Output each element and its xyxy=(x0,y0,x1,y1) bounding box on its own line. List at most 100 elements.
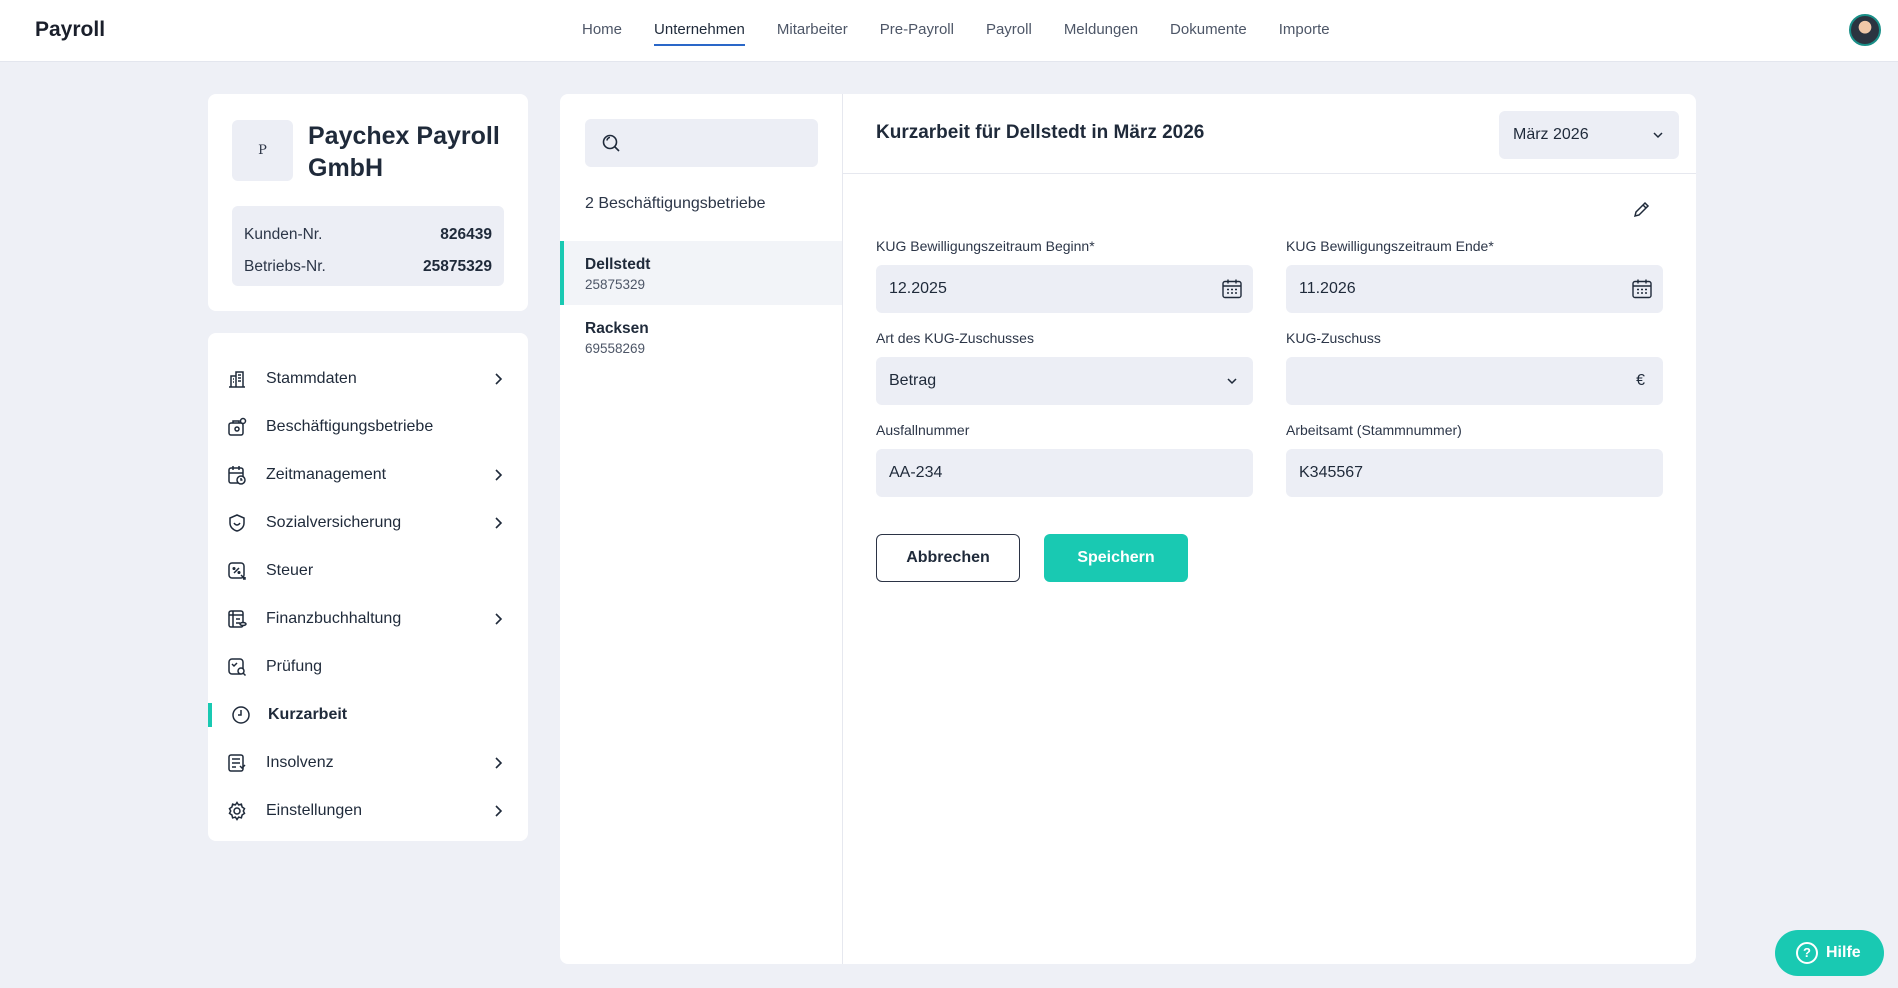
site-list-panel: 2 Beschäftigungsbetriebe Dellstedt 25875… xyxy=(560,94,843,964)
sidebar-item-finanzbuchhaltung[interactable]: Finanzbuchhaltung xyxy=(208,595,528,643)
month-select-value: März 2026 xyxy=(1513,126,1589,143)
site-name: Dellstedt xyxy=(585,256,651,273)
calendar-icon[interactable] xyxy=(1221,278,1243,300)
sidebar-item-label: Kurzarbeit xyxy=(268,706,348,723)
tax-icon xyxy=(226,560,248,582)
sidebar-item-pruefung[interactable]: Prüfung xyxy=(208,643,528,691)
kug-beginn-field[interactable]: 12.2025 xyxy=(876,265,1253,313)
sidebar-item-label: Prüfung xyxy=(266,658,323,675)
site-item-dellstedt[interactable]: Dellstedt 25875329 xyxy=(560,241,842,305)
site-name: Racksen xyxy=(585,320,649,337)
chevron-right-icon xyxy=(495,517,503,529)
kug-zuschuss-field[interactable]: € xyxy=(1286,357,1663,405)
chevron-right-icon xyxy=(495,373,503,385)
company-sidebar-menu: Stammdaten Beschäftigungsbetriebe Zeitma… xyxy=(208,333,528,841)
sidebar-item-zeitmanagement[interactable]: Zeitmanagement xyxy=(208,451,528,499)
site-item-racksen[interactable]: Racksen 69558269 xyxy=(560,305,842,369)
arbeitsamt-value: K345567 xyxy=(1299,464,1364,481)
building-icon xyxy=(226,368,248,390)
company-name: Paychex Payroll GmbH xyxy=(308,122,500,182)
ledger-icon xyxy=(226,608,248,630)
calendar-clock-icon xyxy=(226,464,248,486)
sidebar-item-label: Insolvenz xyxy=(266,754,334,771)
site-number: 25875329 xyxy=(585,277,646,292)
shield-icon xyxy=(226,512,248,534)
sidebar-item-label: Einstellungen xyxy=(266,802,363,819)
user-avatar[interactable] xyxy=(1849,14,1881,46)
search-icon xyxy=(602,134,620,152)
app-brand[interactable]: Payroll xyxy=(35,18,105,42)
sidebar-item-label: Zeitmanagement xyxy=(266,466,387,483)
sidebar-item-kurzarbeit[interactable]: Kurzarbeit xyxy=(208,691,528,739)
pencil-icon[interactable] xyxy=(1632,199,1652,219)
sidebar-item-steuer[interactable]: Steuer xyxy=(208,547,528,595)
kug-beginn-value: 12.2025 xyxy=(889,280,947,297)
kug-art-select[interactable]: Betrag xyxy=(876,357,1253,405)
arbeitsamt-label: Arbeitsamt (Stammnummer) xyxy=(1286,422,1462,438)
chevron-down-icon xyxy=(1653,132,1663,139)
help-button[interactable]: ? Hilfe xyxy=(1775,930,1884,976)
site-number: 69558269 xyxy=(585,341,646,356)
main-nav: Home Unternehmen Mitarbeiter Pre-Payroll… xyxy=(582,0,1362,62)
ausfallnummer-label: Ausfallnummer xyxy=(876,422,970,438)
sidebar-item-sozialversicherung[interactable]: Sozialversicherung xyxy=(208,499,528,547)
sidebar-item-label: Beschäftigungsbetriebe xyxy=(266,418,434,435)
nav-importe[interactable]: Importe xyxy=(1279,0,1330,62)
gear-icon xyxy=(226,800,248,822)
kunden-nr-value: 826439 xyxy=(440,226,492,243)
kunden-nr-label: Kunden-Nr. xyxy=(244,226,323,243)
site-list: Dellstedt 25875329 Racksen 69558269 xyxy=(560,241,842,369)
briefcase-icon xyxy=(226,416,248,438)
document-list-icon xyxy=(226,752,248,774)
euro-icon: € xyxy=(1636,372,1645,389)
kug-beginn-label: KUG Bewilligungszeitraum Beginn* xyxy=(876,238,1095,254)
betriebs-nr-value: 25875329 xyxy=(423,258,492,275)
sidebar-item-insolvenz[interactable]: Insolvenz xyxy=(208,739,528,787)
ausfallnummer-value: AA-234 xyxy=(889,464,943,481)
kurzarbeit-detail-panel: Kurzarbeit für Dellstedt in März 2026 Mä… xyxy=(843,94,1696,964)
chevron-right-icon xyxy=(495,805,503,817)
nav-mitarbeiter[interactable]: Mitarbeiter xyxy=(777,0,848,62)
search-box[interactable] xyxy=(585,119,818,167)
betriebs-nr-label: Betriebs-Nr. xyxy=(244,258,326,275)
company-logo: P xyxy=(232,120,293,181)
kug-ende-value: 11.2026 xyxy=(1299,280,1356,297)
sidebar-item-einstellungen[interactable]: Einstellungen xyxy=(208,787,528,835)
page-title: Kurzarbeit für Dellstedt in März 2026 xyxy=(876,122,1205,143)
sidebar-item-label: Stammdaten xyxy=(266,370,357,387)
chevron-right-icon xyxy=(495,469,503,481)
kug-art-value: Betrag xyxy=(889,372,937,389)
kug-ende-label: KUG Bewilligungszeitraum Ende* xyxy=(1286,238,1494,254)
kug-zuschuss-label: KUG-Zuschuss xyxy=(1286,330,1381,346)
detail-header: Kurzarbeit für Dellstedt in März 2026 Mä… xyxy=(843,94,1696,174)
sidebar-item-label: Finanzbuchhaltung xyxy=(266,610,402,627)
nav-dokumente[interactable]: Dokumente xyxy=(1170,0,1247,62)
nav-unternehmen[interactable]: Unternehmen xyxy=(654,0,745,62)
site-count-label: 2 Beschäftigungsbetriebe xyxy=(585,195,766,212)
ausfallnummer-field[interactable]: AA-234 xyxy=(876,449,1253,497)
betriebs-nr-row: Betriebs-Nr. 25875329 xyxy=(244,251,492,283)
nav-meldungen[interactable]: Meldungen xyxy=(1064,0,1138,62)
arbeitsamt-field[interactable]: K345567 xyxy=(1286,449,1663,497)
chevron-right-icon xyxy=(495,757,503,769)
nav-payroll[interactable]: Payroll xyxy=(986,0,1032,62)
kunden-nr-row: Kunden-Nr. 826439 xyxy=(244,219,492,251)
month-select[interactable]: März 2026 xyxy=(1499,111,1679,159)
save-button[interactable]: Speichern xyxy=(1044,534,1188,582)
company-ids: Kunden-Nr. 826439 Betriebs-Nr. 25875329 xyxy=(232,206,504,286)
help-label: Hilfe xyxy=(1826,944,1861,961)
kug-ende-field[interactable]: 11.2026 xyxy=(1286,265,1663,313)
sidebar-item-beschaeftigungsbetriebe[interactable]: Beschäftigungsbetriebe xyxy=(208,403,528,451)
sidebar-item-label: Steuer xyxy=(266,562,314,579)
sidebar-item-stammdaten[interactable]: Stammdaten xyxy=(208,355,528,403)
chevron-right-icon xyxy=(495,613,503,625)
calendar-icon[interactable] xyxy=(1631,278,1653,300)
nav-pre-payroll[interactable]: Pre-Payroll xyxy=(880,0,954,62)
search-input[interactable] xyxy=(631,119,811,167)
cancel-button[interactable]: Abbrechen xyxy=(876,534,1020,582)
help-icon: ? xyxy=(1796,942,1818,964)
kug-art-label: Art des KUG-Zuschusses xyxy=(876,330,1034,346)
chevron-down-icon xyxy=(1227,378,1237,385)
top-bar: Payroll Home Unternehmen Mitarbeiter Pre… xyxy=(0,0,1898,62)
nav-home[interactable]: Home xyxy=(582,0,622,62)
